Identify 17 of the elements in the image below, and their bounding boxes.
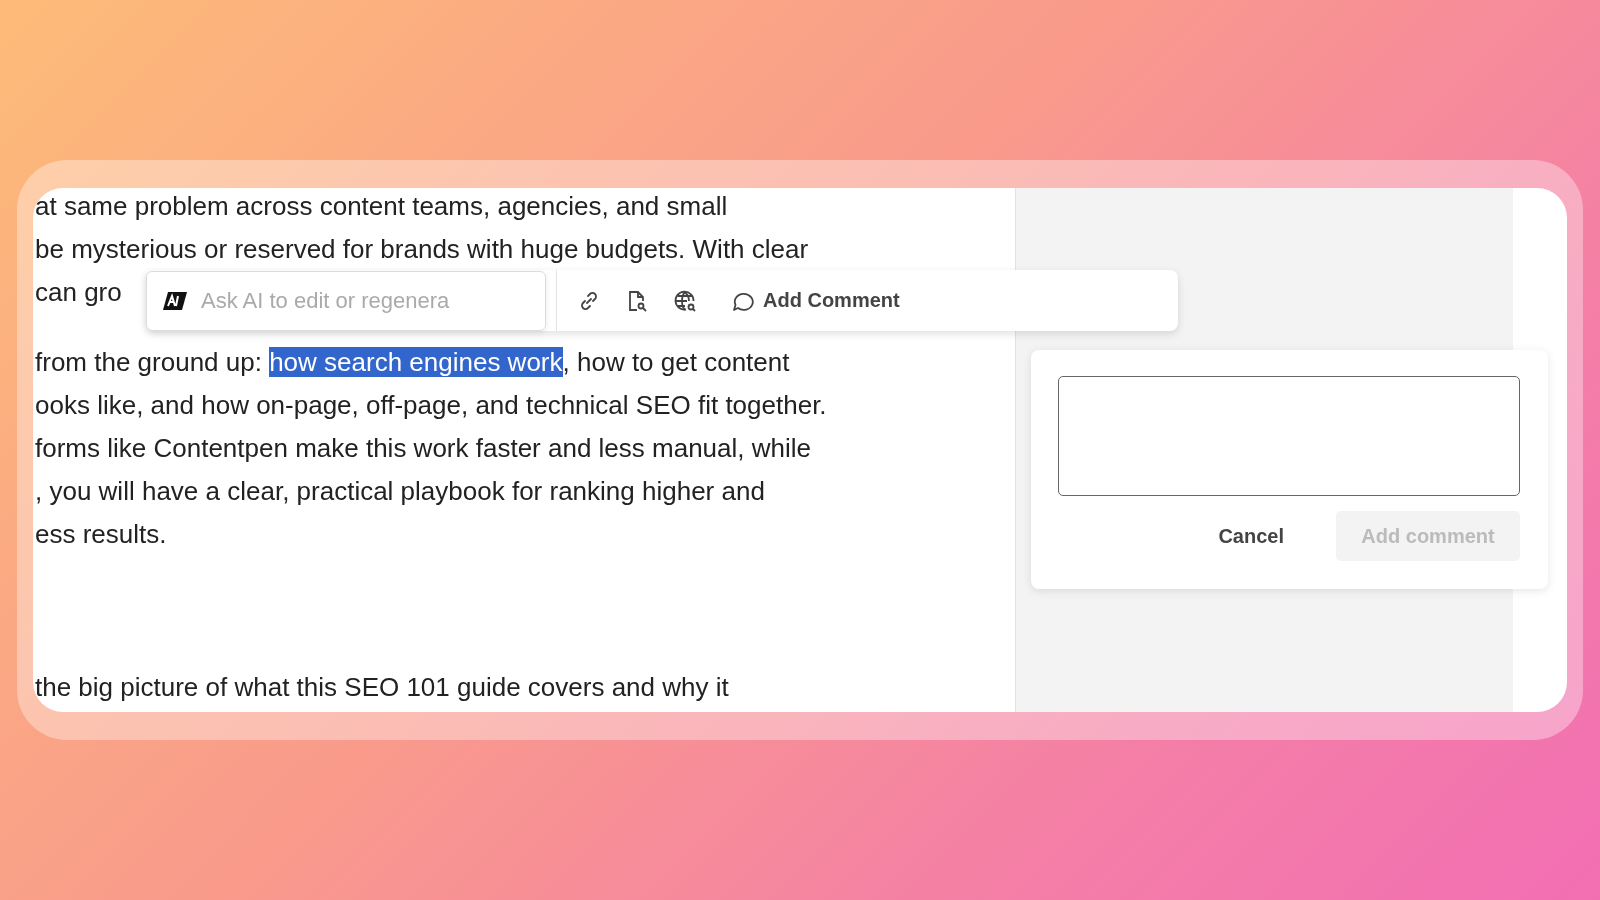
add-comment-button[interactable]: Add Comment [727,284,904,317]
text-line: , you will have a clear, practical playbook for ranking higher and [35,475,765,508]
comment-field[interactable] [1058,376,1520,496]
cancel-button[interactable]: Cancel [1194,511,1308,561]
text-line: forms like Contentpen make this work faster and less manual, while [35,432,811,465]
text-line: be mysterious or reserved for brands with huge budgets. With clear [35,233,809,266]
text-line: at same problem across content teams, agencies, and small [35,190,728,223]
text-line: ooks like, and how on-page, off-page, and technical SEO fit together. [35,389,827,422]
text-fragment: , how to get content [562,347,790,377]
text-line: ess results. [35,518,167,551]
ai-logo-icon [162,290,188,311]
ai-prompt-field[interactable]: Ask AI to edit or regenera [146,270,546,331]
globe-search-icon[interactable] [673,288,697,313]
text-fragment: from the ground up: [35,347,263,377]
selected-text: how search engines work [269,347,563,377]
text-line: can gro [35,276,122,309]
text-line: the big picture of what this SEO 101 guide covers and why it [35,671,729,704]
